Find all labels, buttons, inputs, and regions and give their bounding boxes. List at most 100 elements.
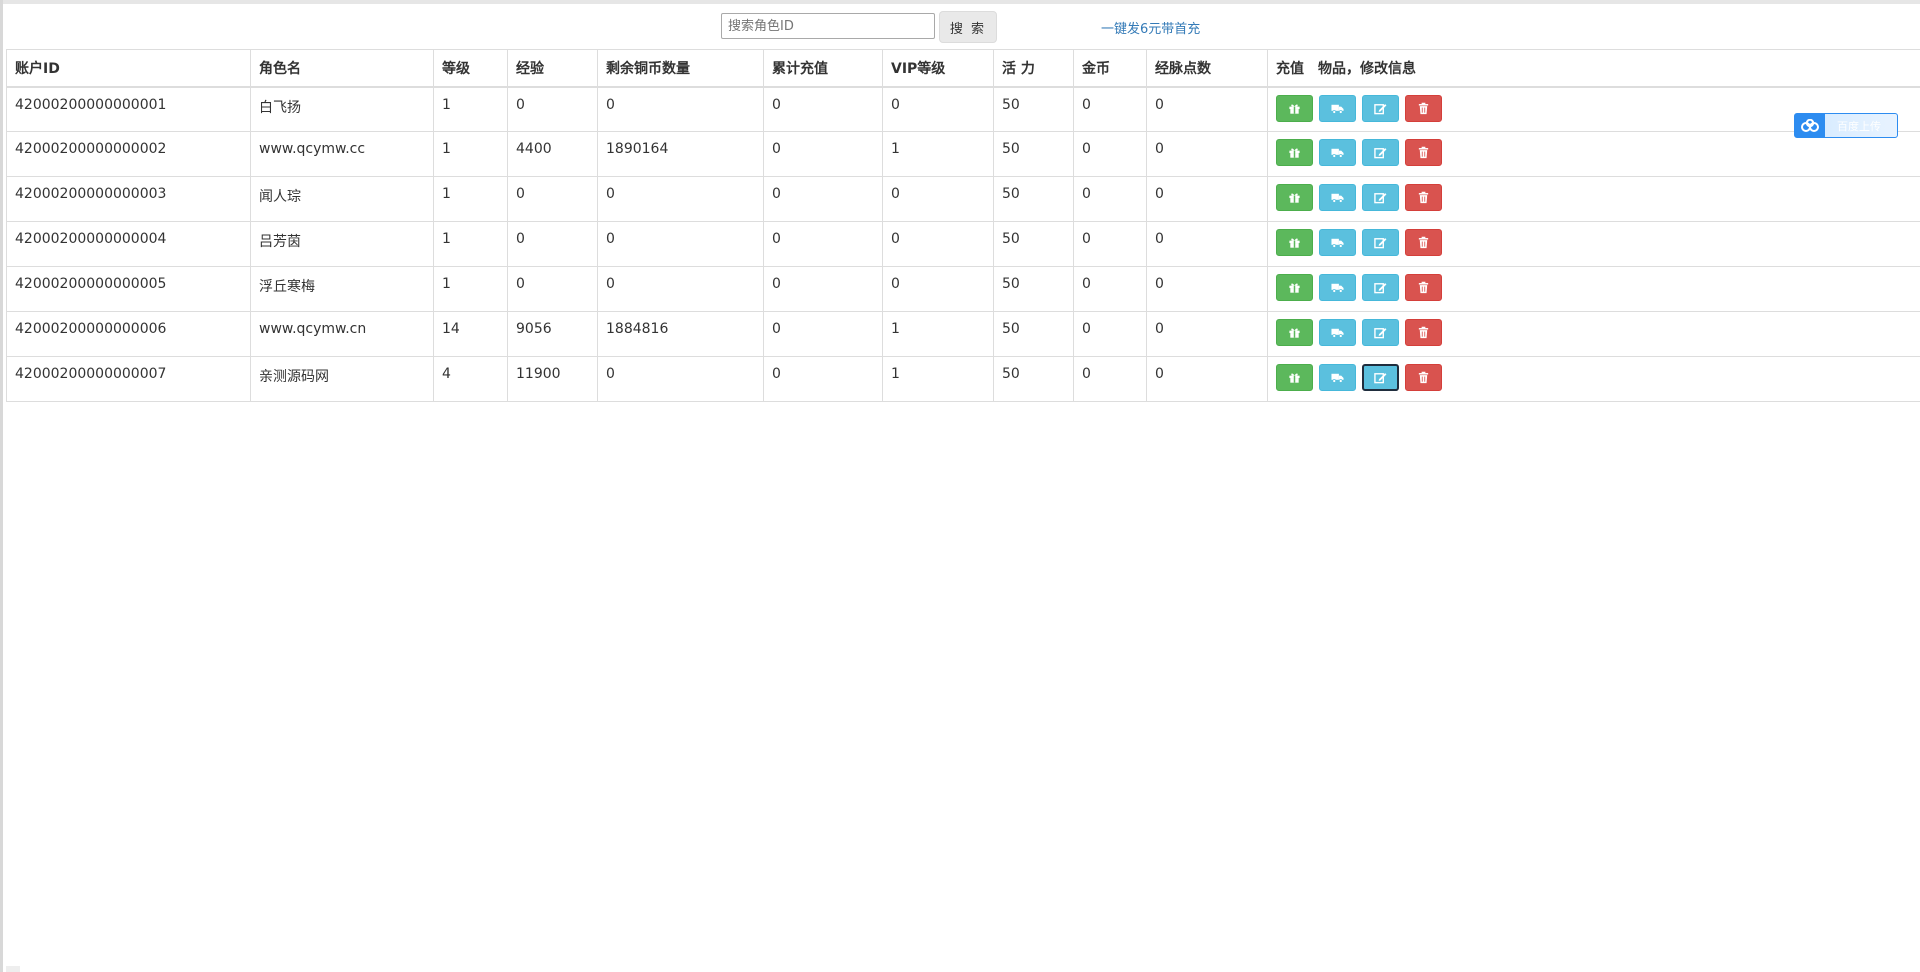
meridian-points-cell: 0	[1146, 356, 1268, 402]
meridian-points-cell: 0	[1146, 266, 1268, 312]
edit-button[interactable]	[1362, 319, 1399, 346]
table-body: 42000200000000001 白飞扬 1 0 0 0 0 50 0 0 42000200000…	[6, 86, 1920, 402]
send-item-button[interactable]	[1319, 184, 1356, 211]
action-buttons	[1276, 184, 1915, 211]
meridian-points-cell: 0	[1146, 311, 1268, 357]
table-row: 42000200000000004 吕芳茵 1 0 0 0 0 50 0 0	[6, 221, 1920, 267]
send-item-button[interactable]	[1319, 319, 1356, 346]
recharge-button[interactable]	[1276, 364, 1313, 391]
trash-icon	[1417, 191, 1430, 204]
send-item-button[interactable]	[1319, 139, 1356, 166]
total-recharge-cell: 0	[763, 266, 883, 312]
trash-icon	[1417, 236, 1430, 249]
edit-button[interactable]	[1362, 139, 1399, 166]
role-name-cell: 亲测源码网	[250, 356, 434, 402]
delete-button[interactable]	[1405, 184, 1442, 211]
account-id-cell: 42000200000000006	[6, 311, 251, 357]
total-recharge-cell: 0	[763, 311, 883, 357]
trash-icon	[1417, 102, 1430, 115]
send-item-button[interactable]	[1319, 229, 1356, 256]
delete-button[interactable]	[1405, 139, 1442, 166]
truck-icon	[1331, 146, 1344, 159]
level-cell: 1	[433, 266, 508, 312]
delete-button[interactable]	[1405, 94, 1442, 122]
gift-icon	[1288, 102, 1301, 115]
recharge-button[interactable]	[1276, 229, 1313, 256]
vip-level-cell: 0	[882, 266, 994, 312]
gift-icon	[1288, 281, 1301, 294]
header-vip-level: VIP等级	[882, 49, 994, 88]
level-cell: 14	[433, 311, 508, 357]
send-item-button[interactable]	[1319, 94, 1356, 122]
edit-button[interactable]	[1362, 364, 1399, 391]
exp-cell: 0	[507, 176, 598, 222]
total-recharge-cell: 0	[763, 86, 883, 132]
header-total-recharge: 累计充值	[763, 49, 883, 88]
recharge-button[interactable]	[1276, 319, 1313, 346]
copper-cell: 1890164	[597, 131, 764, 177]
account-id-cell: 42000200000000001	[6, 86, 251, 132]
recharge-button[interactable]	[1276, 274, 1313, 301]
table-row: 42000200000000003 闻人琮 1 0 0 0 0 50 0 0	[6, 176, 1920, 222]
role-name-cell: 吕芳茵	[250, 221, 434, 267]
gift-icon	[1288, 236, 1301, 249]
edit-button[interactable]	[1362, 274, 1399, 301]
exp-cell: 0	[507, 221, 598, 267]
vitality-cell: 50	[993, 266, 1074, 312]
gold-cell: 0	[1073, 266, 1147, 312]
account-id-cell: 42000200000000003	[6, 176, 251, 222]
delete-button[interactable]	[1405, 319, 1442, 346]
copper-cell: 1884816	[597, 311, 764, 357]
gold-cell: 0	[1073, 176, 1147, 222]
edit-button[interactable]	[1362, 94, 1399, 122]
role-name-cell: 白飞扬	[250, 86, 434, 132]
edit-button[interactable]	[1362, 229, 1399, 256]
trash-icon	[1417, 281, 1430, 294]
vip-level-cell: 0	[882, 221, 994, 267]
edit-icon	[1374, 146, 1387, 159]
header-level: 等级	[433, 49, 508, 88]
table-row: 42000200000000006 www.qcymw.cn 14 9056 18848…	[6, 311, 1920, 357]
header-exp: 经验	[507, 49, 598, 88]
baidu-upload-widget[interactable]: 百度上传	[1794, 113, 1898, 138]
recharge-button[interactable]	[1276, 139, 1313, 166]
delete-button[interactable]	[1405, 274, 1442, 301]
gold-cell: 0	[1073, 356, 1147, 402]
exp-cell: 11900	[507, 356, 598, 402]
total-recharge-cell: 0	[763, 356, 883, 402]
baidu-cloud-icon	[1795, 114, 1825, 137]
vip-level-cell: 1	[882, 356, 994, 402]
actions-cell	[1267, 221, 1920, 267]
meridian-points-cell: 0	[1146, 131, 1268, 177]
delete-button[interactable]	[1405, 364, 1442, 391]
trash-icon	[1417, 326, 1430, 339]
toolbar: 搜 索 一键发6元带首充	[3, 0, 1920, 50]
gold-cell: 0	[1073, 311, 1147, 357]
vitality-cell: 50	[993, 131, 1074, 177]
edit-button[interactable]	[1362, 184, 1399, 211]
level-cell: 1	[433, 176, 508, 222]
gold-cell: 0	[1073, 221, 1147, 267]
vitality-cell: 50	[993, 176, 1074, 222]
header-actions: 充值 物品，修改信息	[1267, 49, 1920, 88]
gift-icon	[1288, 146, 1301, 159]
search-input[interactable]	[721, 13, 935, 39]
table-row: 42000200000000002 www.qcymw.cc 1 4400 189016…	[6, 131, 1920, 177]
send-item-button[interactable]	[1319, 274, 1356, 301]
delete-button[interactable]	[1405, 229, 1442, 256]
total-recharge-cell: 0	[763, 221, 883, 267]
table-row: 42000200000000005 浮丘寒梅 1 0 0 0 0 50 0 0	[6, 266, 1920, 312]
header-account-id: 账户ID	[6, 49, 251, 88]
action-buttons	[1276, 139, 1915, 166]
recharge-button[interactable]	[1276, 184, 1313, 211]
truck-icon	[1331, 281, 1344, 294]
search-button[interactable]: 搜 索	[939, 11, 997, 43]
recharge-button[interactable]	[1276, 94, 1313, 122]
vitality-cell: 50	[993, 221, 1074, 267]
send-item-button[interactable]	[1319, 364, 1356, 391]
exp-cell: 4400	[507, 131, 598, 177]
account-id-cell: 42000200000000002	[6, 131, 251, 177]
vip-level-cell: 1	[882, 131, 994, 177]
account-id-cell: 42000200000000004	[6, 221, 251, 267]
promo-recharge-link[interactable]: 一键发6元带首充	[1101, 18, 1200, 37]
